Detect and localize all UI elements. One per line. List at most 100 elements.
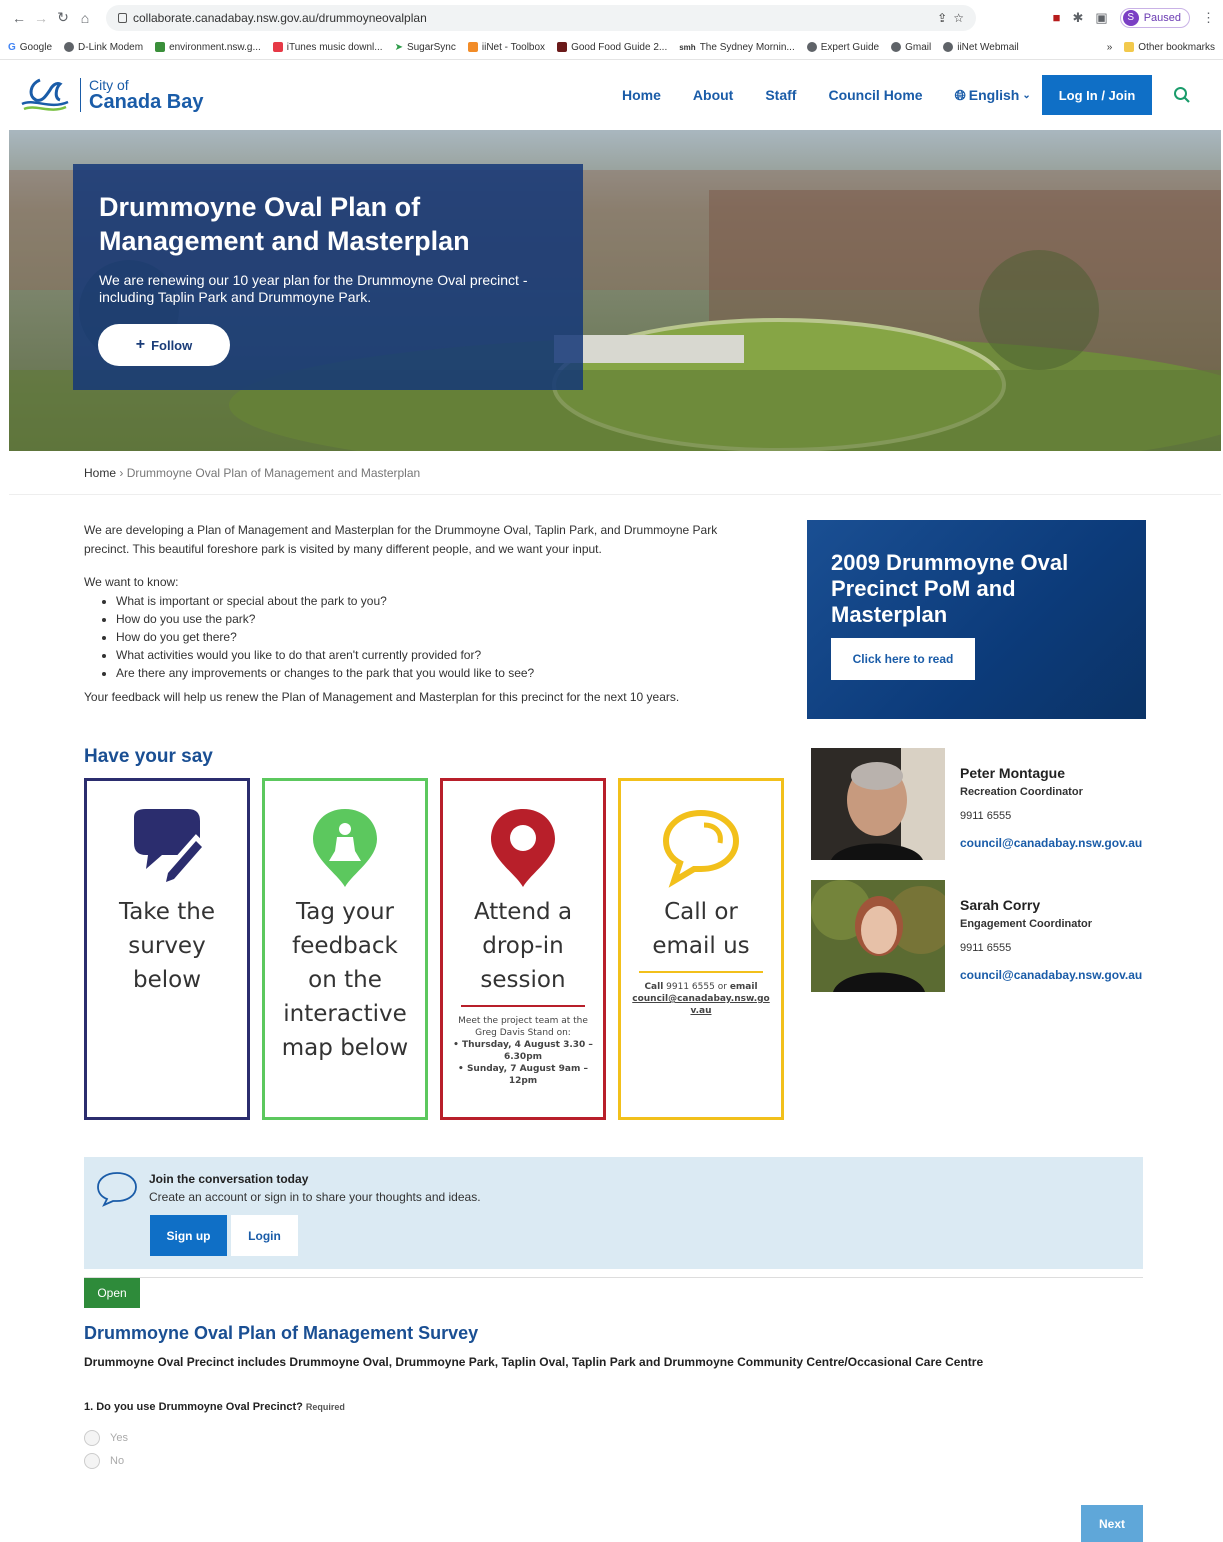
intro-text: We are developing a Plan of Management a… xyxy=(84,521,764,707)
main-nav: Home About Staff Council Home 🌐︎ English… xyxy=(622,60,1063,130)
bookmark-item[interactable]: Expert Guide xyxy=(806,42,879,53)
star-icon[interactable]: ☆ xyxy=(953,11,964,25)
contact-email-link[interactable]: council@canadabay.nsw.gov.au xyxy=(621,993,781,1017)
bookmark-item[interactable]: smh The Sydney Mornin... xyxy=(679,42,795,53)
contact-role: Engagement Coordinator xyxy=(960,918,1093,930)
hero-panel: Drummoyne Oval Plan of Management and Ma… xyxy=(73,164,583,390)
breadcrumb-current: Drummoyne Oval Plan of Management and Ma… xyxy=(126,466,421,480)
nav-staff[interactable]: Staff xyxy=(765,87,796,103)
globe-icon: 🌐︎ xyxy=(954,86,966,103)
globe-icon xyxy=(64,42,75,52)
document-card-title: 2009 Drummoyne Oval Precinct PoM and Mas… xyxy=(831,550,1069,627)
contact-email[interactable]: council@canadabay.nsw.gov.au xyxy=(960,836,1142,850)
map-pin-person-icon xyxy=(313,809,377,887)
next-button[interactable]: Next xyxy=(1081,1505,1143,1542)
card-line: Take the xyxy=(118,899,216,925)
language-selector[interactable]: 🌐︎ English ⌄ xyxy=(955,87,1031,104)
search-icon[interactable] xyxy=(1173,86,1191,104)
back-icon[interactable]: ← xyxy=(8,10,30,26)
forward-icon[interactable]: → xyxy=(30,10,52,26)
survey-card[interactable]: Take the survey below xyxy=(84,778,250,1120)
join-conversation-panel: Join the conversation today Create an ac… xyxy=(84,1157,1143,1269)
click-to-read-button[interactable]: Click here to read xyxy=(831,638,975,680)
bookmark-item[interactable]: Gmail xyxy=(891,42,931,53)
list-item: How do you get there? xyxy=(116,628,764,646)
breadcrumb: Home › Drummoyne Oval Plan of Management… xyxy=(84,466,420,480)
profile-button[interactable]: S Paused xyxy=(1119,7,1190,28)
address-bar[interactable]: collaborate.canadabay.nsw.gov.au/drummoy… xyxy=(106,4,976,31)
card-line: drop-in xyxy=(482,933,564,959)
follow-button[interactable]: + Follow xyxy=(98,324,230,366)
map-card[interactable]: Tag your feedback on the interactive map… xyxy=(262,778,428,1120)
home-icon[interactable]: ⌂ xyxy=(74,10,96,26)
bookmark-item[interactable]: iTunes music downl... xyxy=(272,42,383,53)
session-intro: Meet the project team at the Greg Davis … xyxy=(458,1016,588,1038)
survey-title: Drummoyne Oval Plan of Management Survey xyxy=(84,1323,479,1343)
login-join-button[interactable]: Log In / Join xyxy=(1042,75,1152,115)
bookmark-item[interactable]: environment.nsw.g... xyxy=(155,42,261,53)
globe-icon xyxy=(806,42,817,52)
language-label: English xyxy=(968,87,1020,103)
option-no[interactable]: No xyxy=(84,1453,124,1469)
logo-line1: City of xyxy=(89,77,129,93)
globe-icon xyxy=(943,42,954,52)
profile-avatar: S xyxy=(1122,9,1139,26)
option-yes[interactable]: Yes xyxy=(84,1430,128,1446)
location-pin-icon xyxy=(491,809,555,887)
bookmark-item[interactable]: G Google xyxy=(8,42,52,53)
site-logo[interactable]: City of Canada Bay xyxy=(20,74,204,116)
other-bookmarks[interactable]: Other bookmarks xyxy=(1124,42,1215,53)
bookmark-item[interactable]: Good Food Guide 2... xyxy=(557,42,667,53)
intro-lead: We want to know: xyxy=(84,575,179,589)
share-icon[interactable]: ⇪ xyxy=(937,11,947,25)
bookmark-item[interactable]: ➤ SugarSync xyxy=(395,42,456,53)
sign-up-button[interactable]: Sign up xyxy=(150,1215,227,1256)
card-line: below xyxy=(132,967,202,993)
chat-bubble-icon xyxy=(97,1172,137,1207)
nav-home[interactable]: Home xyxy=(622,87,661,103)
contact-card[interactable]: Call or email us Call 9911 6555 or email… xyxy=(618,778,784,1120)
option-label: No xyxy=(110,1455,125,1467)
have-your-say-heading: Have your say xyxy=(84,746,213,767)
question-list: What is important or special about the p… xyxy=(116,592,764,682)
card-divider xyxy=(461,1005,585,1007)
card-line: Call or xyxy=(664,899,738,925)
list-item: Are there any improvements or changes to… xyxy=(116,664,764,682)
card-line: feedback xyxy=(292,933,398,959)
list-item: What is important or special about the p… xyxy=(116,592,764,610)
browser-chrome: ← → ↻ ⌂ collaborate.canadabay.nsw.gov.au… xyxy=(0,0,1223,60)
sidepanel-icon[interactable]: ▣ xyxy=(1095,10,1107,26)
sugarsync-icon: ➤ xyxy=(394,41,403,53)
card-divider xyxy=(639,971,763,973)
card-line: map below xyxy=(281,1035,409,1061)
radio-button[interactable] xyxy=(84,1453,100,1469)
card-line: session xyxy=(480,967,566,993)
nav-about[interactable]: About xyxy=(693,87,733,103)
goodfood-icon xyxy=(557,42,568,52)
puzzle-icon[interactable]: ✱ xyxy=(1072,10,1083,26)
contact-sarah: Sarah Corry Engagement Coordinator 9911 … xyxy=(811,880,1171,992)
list-item: How do you use the park? xyxy=(116,610,764,628)
contact-email[interactable]: council@canadabay.nsw.gov.au xyxy=(960,968,1142,982)
contact-peter: Peter Montague Recreation Coordinator 99… xyxy=(811,748,1171,860)
bookmarks-bar: G Google D-Link Modem environment.nsw.g..… xyxy=(0,35,1223,59)
option-label: Yes xyxy=(110,1432,128,1444)
contact-name: Peter Montague xyxy=(960,765,1066,781)
reload-icon[interactable]: ↻ xyxy=(52,9,74,26)
breadcrumb-home[interactable]: Home xyxy=(84,466,116,480)
login-button[interactable]: Login xyxy=(231,1215,298,1256)
card-line: interactive xyxy=(283,1001,407,1027)
radio-button[interactable] xyxy=(84,1430,100,1446)
bookmark-item[interactable]: iiNet - Toolbox xyxy=(467,42,545,53)
logo-line2: Canada Bay xyxy=(89,91,204,113)
extension-icon[interactable]: ■ xyxy=(1053,10,1061,25)
drop-in-card[interactable]: Attend a drop-in session Meet the projec… xyxy=(440,778,606,1120)
globe-icon xyxy=(891,42,902,52)
bookmark-item[interactable]: iiNet Webmail xyxy=(943,42,1019,53)
bookmark-item[interactable]: D-Link Modem xyxy=(64,42,143,53)
contact-phone: 9911 6555 xyxy=(960,942,1012,954)
nav-council-home[interactable]: Council Home xyxy=(828,87,922,103)
menu-icon[interactable]: ⋮ xyxy=(1202,10,1215,26)
session-item: • Sunday, 7 August 9am – 12pm xyxy=(458,1064,588,1086)
more-bookmarks-icon[interactable]: » xyxy=(1107,42,1113,53)
